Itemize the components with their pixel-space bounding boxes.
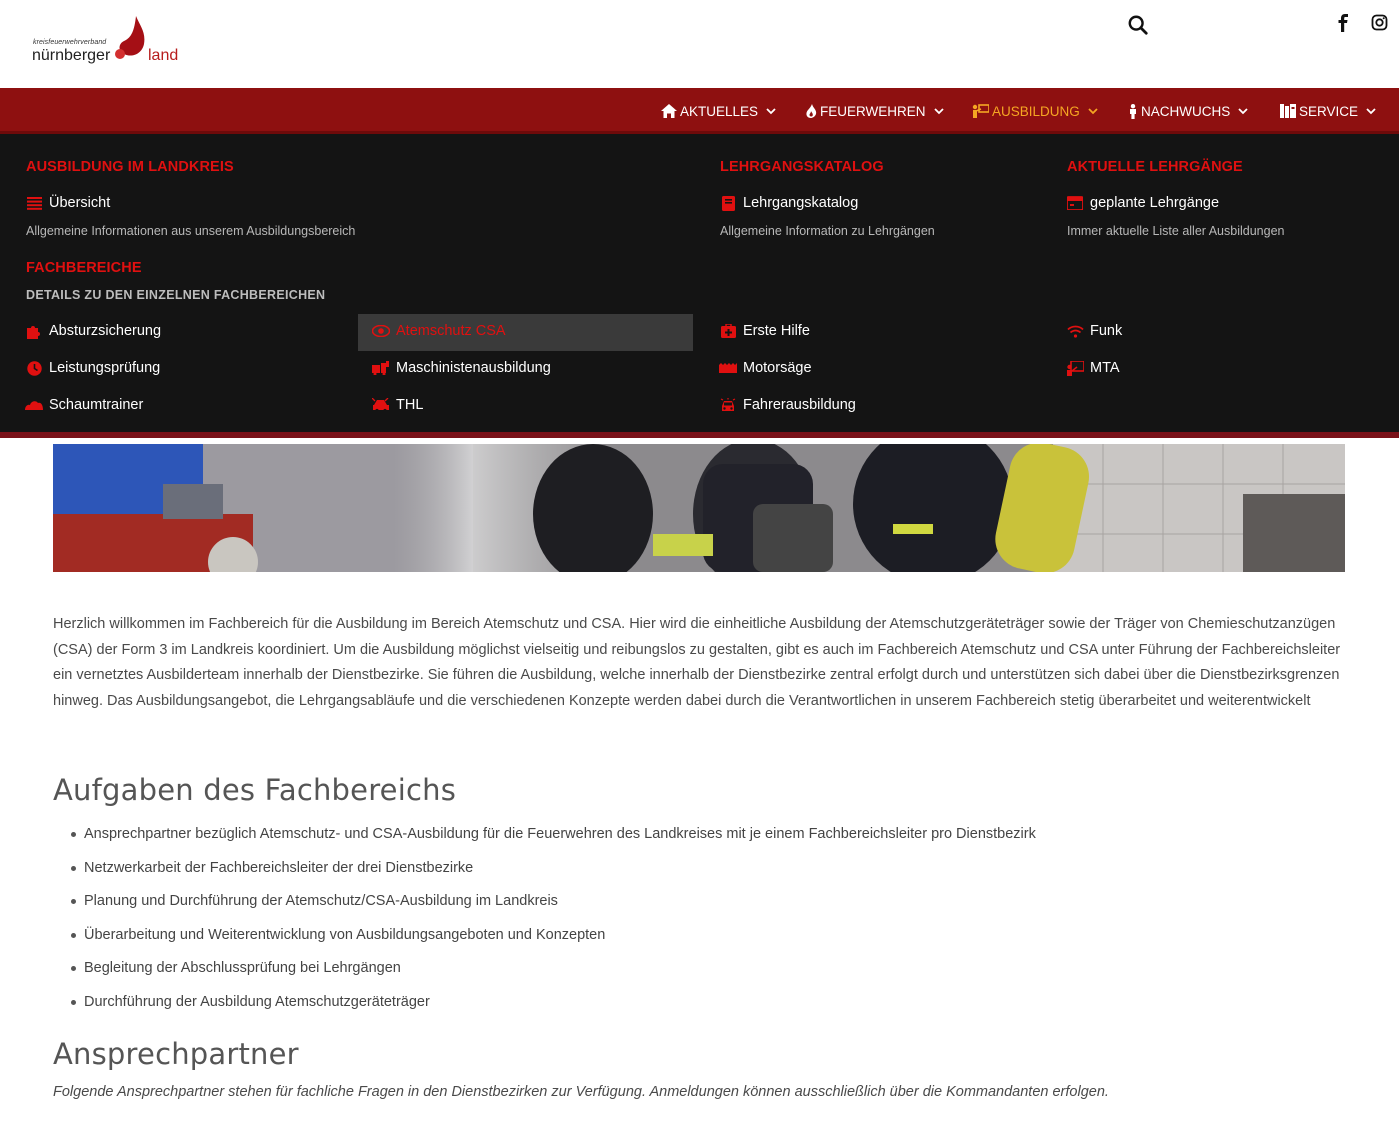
- book-icon: [719, 195, 737, 211]
- nav-label: AUSBILDUNG: [992, 103, 1080, 119]
- facebook-icon[interactable]: [1335, 14, 1353, 32]
- main-navigation: AKTUELLES FEUERWEHREN AUSBILDUNG NACHWUC…: [0, 88, 1399, 134]
- tasks-list: Ansprechpartner bezüglich Atemschutz- un…: [71, 822, 1036, 1024]
- fach-item-label: Motorsäge: [743, 360, 812, 376]
- chainsaw-icon: [719, 360, 737, 376]
- nav-label: FEUERWEHREN: [820, 103, 926, 119]
- fach-item-label: THL: [396, 397, 424, 413]
- fach-item-label: Erste Hilfe: [743, 323, 810, 339]
- fach-item-erste-hilfe[interactable]: Erste Hilfe: [719, 323, 810, 339]
- list-icon: [25, 195, 43, 211]
- car-crash-icon: [372, 397, 390, 413]
- foam-icon: [25, 397, 43, 413]
- fach-item-label: Maschinistenausbildung: [396, 360, 551, 376]
- mega-link-label: Lehrgangskatalog: [743, 195, 859, 211]
- site-logo[interactable]: kreisfeuerwehrverband nürnberger land: [30, 14, 190, 70]
- chevron-down-icon: [1238, 107, 1248, 114]
- hero-image: [53, 444, 1345, 572]
- nav-item-ausbildung[interactable]: AUSBILDUNG: [972, 88, 1098, 134]
- section-heading-aufgaben: Aufgaben des Fachbereichs: [53, 773, 457, 807]
- fach-item-label: Schaumtrainer: [49, 397, 144, 413]
- fach-item-mta[interactable]: MTA: [1066, 360, 1120, 376]
- logo-tagline: kreisfeuerwehrverband: [33, 39, 107, 46]
- fach-item-leistungspruefung[interactable]: Leistungsprüfung: [25, 360, 160, 376]
- puzzle-icon: [25, 323, 43, 339]
- mega-link-uebersicht[interactable]: Übersicht: [25, 195, 110, 211]
- mega-desc-geplante-lehrgaenge: Immer aktuelle Liste aller Ausbildungen: [1067, 224, 1285, 238]
- fach-item-label: Leistungsprüfung: [49, 360, 161, 376]
- list-item: Planung und Durchführung der Atemschutz/…: [71, 889, 1036, 923]
- chevron-down-icon: [1366, 107, 1376, 114]
- vehicle-icon: [719, 397, 737, 413]
- mega-link-geplante-lehrgaenge[interactable]: geplante Lehrgänge: [1066, 195, 1219, 211]
- chevron-down-icon: [933, 107, 944, 114]
- mega-heading-fachbereiche[interactable]: FACHBEREICHE: [26, 260, 142, 276]
- nav-item-feuerwehren[interactable]: FEUERWEHREN: [806, 88, 944, 134]
- list-item: Durchführung der Ausbildung Atemschutzge…: [71, 990, 1036, 1024]
- calendar-icon: [1066, 195, 1084, 211]
- nav-item-service[interactable]: SERVICE: [1280, 88, 1376, 134]
- fach-item-funk[interactable]: Funk: [1066, 323, 1122, 339]
- mega-heading-landkreis[interactable]: AUSBILDUNG IM LANDKREIS: [26, 159, 234, 175]
- fach-item-atemschutz-csa[interactable]: Atemschutz CSA: [372, 323, 506, 339]
- fach-item-motorsaege[interactable]: Motorsäge: [719, 360, 812, 376]
- mega-link-label: geplante Lehrgänge: [1090, 195, 1220, 211]
- child-icon: [1130, 103, 1136, 119]
- search-icon[interactable]: [1127, 14, 1151, 38]
- teacher-icon: [1066, 360, 1084, 376]
- ausbildung-mega-menu: AUSBILDUNG IM LANDKREIS LEHRGANGSKATALOG…: [0, 134, 1399, 438]
- fach-item-fahrerausbildung[interactable]: Fahrerausbildung: [719, 397, 856, 413]
- nav-item-nachwuchs[interactable]: NACHWUCHS: [1128, 88, 1248, 134]
- site-header: kreisfeuerwehrverband nürnberger land: [0, 0, 1399, 88]
- fach-item-maschinistenausbildung[interactable]: Maschinistenausbildung: [372, 360, 551, 376]
- pump-icon: [372, 360, 390, 376]
- wifi-icon: [1066, 323, 1084, 339]
- fach-item-schaumtrainer[interactable]: Schaumtrainer: [25, 397, 143, 413]
- training-icon: [972, 104, 989, 118]
- list-item: Überarbeitung und Weiterentwicklung von …: [71, 923, 1036, 957]
- mega-heading-aktuelle-lehrgaenge[interactable]: AKTUELLE LEHRGÄNGE: [1067, 159, 1243, 175]
- mega-heading-lehrgangskatalog[interactable]: LEHRGANGSKATALOG: [720, 159, 884, 175]
- mega-subheading-fachbereiche: DETAILS ZU DEN EINZELNEN FACHBEREICHEN: [26, 288, 326, 302]
- service-icon: [1280, 104, 1296, 118]
- mega-desc-uebersicht: Allgemeine Informationen aus unserem Aus…: [26, 224, 356, 238]
- nav-label: AKTUELLES: [680, 103, 759, 119]
- logo-wordmark: nürnberger: [32, 47, 111, 64]
- clock-icon: [25, 360, 43, 376]
- list-item: Ansprechpartner bezüglich Atemschutz- un…: [71, 822, 1036, 856]
- nav-item-aktuelles[interactable]: AKTUELLES: [661, 88, 776, 134]
- intro-paragraph: Herzlich willkommen im Fachbereich für d…: [53, 616, 1341, 709]
- instagram-icon[interactable]: [1371, 14, 1389, 32]
- chevron-down-icon: [766, 107, 776, 114]
- flame-icon: [806, 104, 817, 118]
- page: kreisfeuerwehrverband nürnberger land AK…: [0, 0, 1399, 1127]
- chevron-down-icon: [1088, 107, 1098, 114]
- logo-land: land: [148, 47, 179, 64]
- contact-note: Folgende Ansprechpartner stehen für fach…: [53, 1084, 1109, 1100]
- first-aid-icon: [719, 323, 737, 339]
- mega-link-label: Übersicht: [49, 195, 111, 211]
- fach-item-label: MTA: [1090, 360, 1120, 376]
- fach-item-label: Funk: [1090, 323, 1123, 339]
- fach-item-absturzsicherung[interactable]: Absturzsicherung: [25, 323, 161, 339]
- fach-item-thl[interactable]: THL: [372, 397, 423, 413]
- fach-item-label: Atemschutz CSA: [396, 323, 506, 339]
- home-icon: [661, 104, 677, 118]
- nav-label: NACHWUCHS: [1141, 103, 1231, 119]
- mega-link-lehrgangskatalog[interactable]: Lehrgangskatalog: [719, 195, 858, 211]
- nav-label: SERVICE: [1299, 103, 1359, 119]
- section-heading-ansprechpartner: Ansprechpartner: [53, 1037, 299, 1071]
- list-item: Netzwerkarbeit der Fachbereichsleiter de…: [71, 856, 1036, 890]
- mega-desc-lehrgangskatalog: Allgemeine Information zu Lehrgängen: [720, 224, 935, 238]
- eye-icon: [372, 323, 390, 339]
- fach-item-label: Absturzsicherung: [49, 323, 162, 339]
- flame-logo-icon: [115, 16, 145, 59]
- list-item: Begleitung der Abschlussprüfung bei Lehr…: [71, 956, 1036, 990]
- fach-item-label: Fahrerausbildung: [743, 397, 856, 413]
